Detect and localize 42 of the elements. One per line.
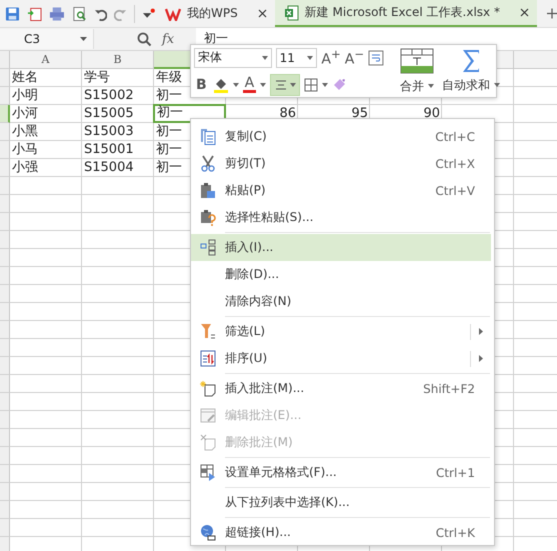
menu-item-label: 删除(D)... <box>225 266 280 283</box>
menu-item-label: 插入(I)... <box>225 239 274 256</box>
table-cell: 初一 <box>156 160 182 175</box>
menu-item-label: 筛选(L) <box>225 323 266 340</box>
shortcut-label: Shift+F2 <box>423 382 475 396</box>
table-cell: S15002 <box>84 88 134 103</box>
table-cell: 小黑 <box>12 124 38 139</box>
table-cell: 初一 <box>156 88 182 103</box>
menu-item-label: 清除内容(N) <box>225 293 292 310</box>
menu-item-label: 剪切(T) <box>225 155 267 172</box>
table-cell: S15001 <box>84 142 134 157</box>
table-cell: S15004 <box>84 160 134 175</box>
table-cell: S15003 <box>84 124 134 139</box>
menu-item-label: 选择性粘贴(S)... <box>225 209 314 226</box>
shortcut-label: Ctrl+K <box>436 526 475 540</box>
table-cell: 95 <box>351 106 368 121</box>
table-cell: 小马 <box>12 142 38 157</box>
table-cell: 90 <box>423 106 440 121</box>
table-cell: 姓名 <box>12 70 38 85</box>
shortcut-label: Ctrl+1 <box>436 466 475 480</box>
table-cell: 初一 <box>156 124 182 139</box>
table-cell: 小明 <box>12 88 38 103</box>
menu-item-label: 超链接(H)... <box>225 524 292 541</box>
shortcut-label: Ctrl+C <box>435 130 475 144</box>
shortcut-label: Ctrl+V <box>435 184 475 198</box>
menu-item-label: 编辑批注(E)... <box>225 407 302 424</box>
table-cell: 初一 <box>157 105 183 120</box>
shortcut-label: Ctrl+X <box>435 156 475 170</box>
menu-item-label: 粘贴(P) <box>225 182 267 199</box>
menu-item-label: 从下拉列表中选择(K)... <box>225 494 351 511</box>
table-cell: 小河 <box>12 106 38 121</box>
menu-item-label: 复制(C) <box>225 128 268 145</box>
menu-item-label: 设置单元格格式(F)... <box>225 464 338 481</box>
table-cell: 86 <box>279 106 296 121</box>
table-cell: 年级 <box>156 70 182 85</box>
menu-item-label: 删除批注(M) <box>225 434 294 451</box>
table-cell: S15005 <box>84 106 134 121</box>
table-cell: 学号 <box>84 70 110 85</box>
table-cell: 初一 <box>156 142 182 157</box>
menu-item-label: 插入批注(M)... <box>225 380 306 397</box>
menu-item-label: 排序(U) <box>225 350 268 367</box>
table-cell: 小强 <box>12 160 38 175</box>
